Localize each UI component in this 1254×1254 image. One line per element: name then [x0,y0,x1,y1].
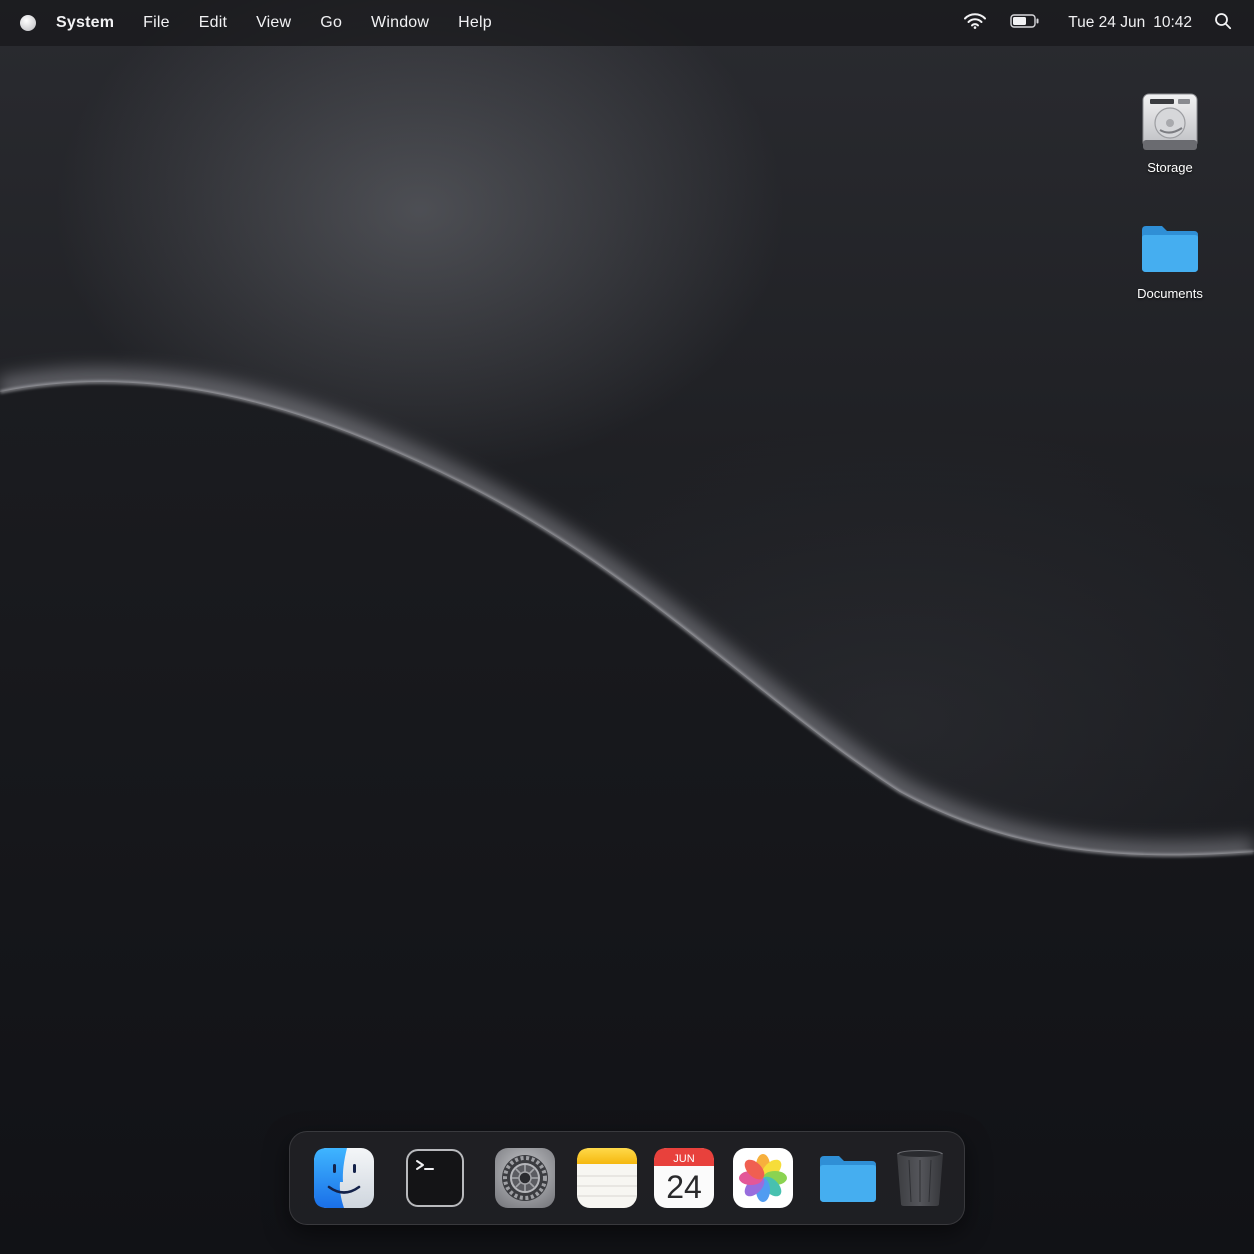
dock-app-terminal[interactable] [405,1148,465,1208]
menubar-clock[interactable]: Tue 24 Jun 10:42 [1068,14,1192,32]
wifi-icon[interactable] [964,12,987,34]
dock-app-photos[interactable] [733,1148,793,1208]
folder-icon [820,1156,876,1202]
menu-view[interactable]: View [256,14,291,32]
desktop-icon-storage[interactable]: Storage [1115,90,1225,175]
notes-icon [577,1148,637,1208]
calendar-day: 24 [666,1169,702,1205]
dock-app-notes[interactable] [577,1148,637,1208]
dock-app-settings[interactable] [495,1148,555,1208]
menu-file[interactable]: File [143,14,170,32]
calendar-month: JUN [673,1153,694,1165]
clock-time: 10:42 [1153,14,1192,31]
desktop-icon-documents[interactable]: Documents [1115,216,1225,301]
search-icon[interactable] [1214,12,1232,35]
menu-app-name[interactable]: System [56,14,114,32]
trash-icon [897,1150,943,1206]
calendar-icon: JUN 24 [654,1148,714,1208]
terminal-icon [406,1149,464,1207]
photos-icon [733,1148,793,1208]
menu-bar: System File Edit View Go Window Help Tue… [0,0,1254,46]
dock-app-files[interactable] [818,1148,878,1208]
finder-icon [314,1148,374,1208]
desktop-wallpaper [0,0,1254,1254]
menu-window[interactable]: Window [371,14,429,32]
battery-icon[interactable] [1010,13,1040,33]
system-logo-icon[interactable] [20,15,36,31]
status-area: Tue 24 Jun 10:42 [964,0,1254,46]
desktop-icon-label: Documents [1137,286,1203,301]
menu-go[interactable]: Go [320,14,342,32]
clock-date: Tue 24 Jun [1068,14,1146,31]
gear-icon [495,1148,555,1208]
dock-app-finder[interactable] [314,1148,374,1208]
dock-app-trash[interactable] [890,1148,950,1208]
menu-edit[interactable]: Edit [199,14,227,32]
desktop-icon-label: Storage [1147,160,1193,175]
menu-help[interactable]: Help [458,14,492,32]
dock-app-calendar[interactable]: JUN 24 [654,1148,714,1208]
hard-drive-icon [1138,90,1202,154]
folder-icon [1138,216,1202,280]
dock: JUN 24 [289,1131,965,1225]
